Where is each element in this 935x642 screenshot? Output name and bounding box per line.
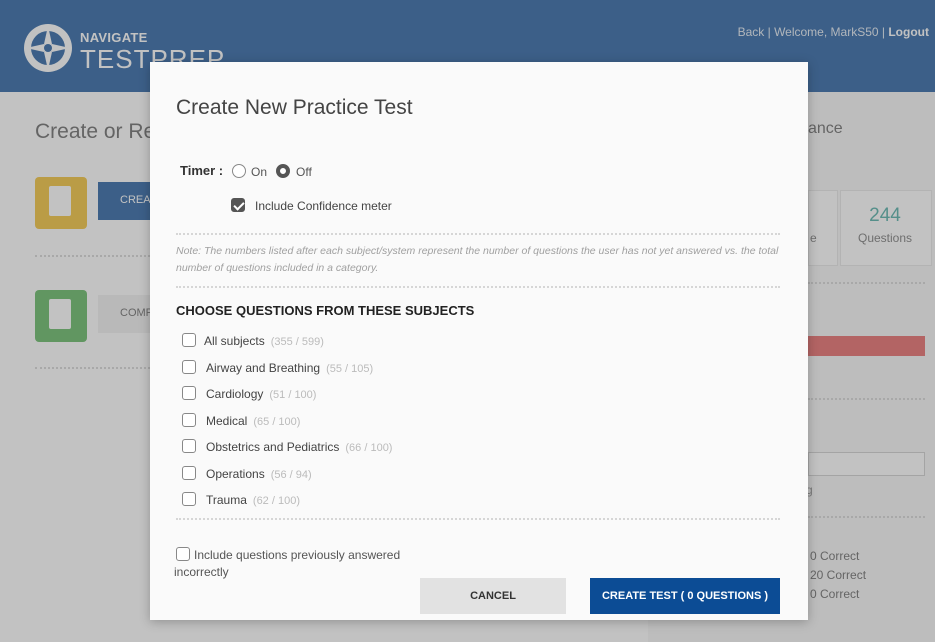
subject-label: Airway and Breathing (55 / 105): [206, 361, 374, 375]
subject-checkbox-trauma[interactable]: [182, 492, 196, 506]
previously-incorrect-label: Include questions previously answered in…: [174, 548, 401, 579]
subject-label: Trauma (62 / 100): [206, 493, 300, 507]
subject-checkbox-medical[interactable]: [182, 413, 196, 427]
subject-checkbox-obstetrics[interactable]: [182, 439, 196, 453]
subject-label: All subjects (355 / 599): [204, 334, 324, 348]
create-practice-test-modal: Create New Practice Test Timer : On Off …: [150, 62, 808, 620]
confidence-meter-label: Include Confidence meter: [255, 199, 392, 213]
subject-checkbox-airway[interactable]: [182, 360, 196, 374]
confidence-meter-checkbox[interactable]: [231, 198, 245, 212]
subject-checkbox-cardiology[interactable]: [182, 386, 196, 400]
subject-label: Operations (56 / 94): [206, 467, 312, 481]
subject-label: Obstetrics and Pediatrics (66 / 100): [206, 440, 393, 454]
subject-label: Medical (65 / 100): [206, 414, 301, 428]
subjects-note: Note: The numbers listed after each subj…: [176, 245, 779, 274]
subject-checkbox-operations[interactable]: [182, 466, 196, 480]
subjects-header: CHOOSE QUESTIONS FROM THESE SUBJECTS: [176, 303, 475, 318]
divider: [176, 518, 780, 520]
subject-label: Cardiology (51 / 100): [206, 387, 317, 401]
create-test-button[interactable]: CREATE TEST ( 0 QUESTIONS ): [590, 578, 780, 614]
subject-checkbox-all[interactable]: [182, 333, 196, 347]
timer-on-label: On: [251, 165, 268, 179]
timer-off-radio[interactable]: [276, 164, 290, 178]
timer-off-label: Off: [296, 165, 312, 179]
divider: [176, 286, 780, 288]
modal-title: Create New Practice Test: [176, 96, 413, 119]
timer-on-radio[interactable]: [232, 164, 246, 178]
timer-label: Timer :: [180, 163, 224, 178]
divider: [176, 233, 780, 235]
cancel-button[interactable]: CANCEL: [420, 578, 566, 614]
